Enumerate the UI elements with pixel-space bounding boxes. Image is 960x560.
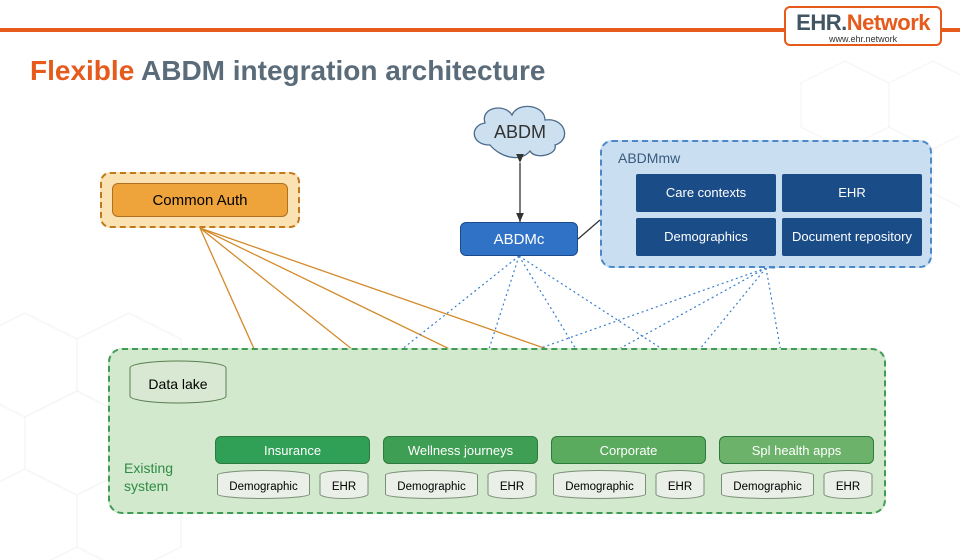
cyl-demo-c: Demographic (551, 470, 648, 500)
app-insurance: Insurance (215, 436, 370, 464)
cyl-ehr-a: EHR (318, 470, 370, 500)
abdmmw-label: ABDMmw (618, 150, 680, 166)
mw-document-repo: Document repository (782, 218, 922, 256)
common-auth: Common Auth (112, 183, 288, 217)
cyl-demo-b: Demographic (383, 470, 480, 500)
brand-logo: EHR.Network www.ehr.network (784, 6, 942, 46)
data-lake: Data lake (128, 360, 228, 404)
abdm-cloud: ABDM (460, 95, 580, 163)
abdmc-box: ABDMc (460, 222, 578, 256)
logo-part2: Network (847, 10, 930, 35)
app-corporate: Corporate (551, 436, 706, 464)
cyl-ehr-c: EHR (654, 470, 706, 500)
app-spl-health: Spl health apps (719, 436, 874, 464)
page-title: Flexible ABDM integration architecture (30, 55, 546, 87)
common-auth-box: Common Auth (100, 172, 300, 228)
logo-part1: EHR. (796, 10, 847, 35)
cyl-ehr-d: EHR (822, 470, 874, 500)
cyl-demo-d: Demographic (719, 470, 816, 500)
mw-care-contexts: Care contexts (636, 174, 776, 212)
mw-ehr: EHR (782, 174, 922, 212)
existing-system-label: Existing system (124, 459, 173, 495)
mw-demographics: Demographics (636, 218, 776, 256)
app-wellness: Wellness journeys (383, 436, 538, 464)
cyl-ehr-b: EHR (486, 470, 538, 500)
cyl-demo-a: Demographic (215, 470, 312, 500)
